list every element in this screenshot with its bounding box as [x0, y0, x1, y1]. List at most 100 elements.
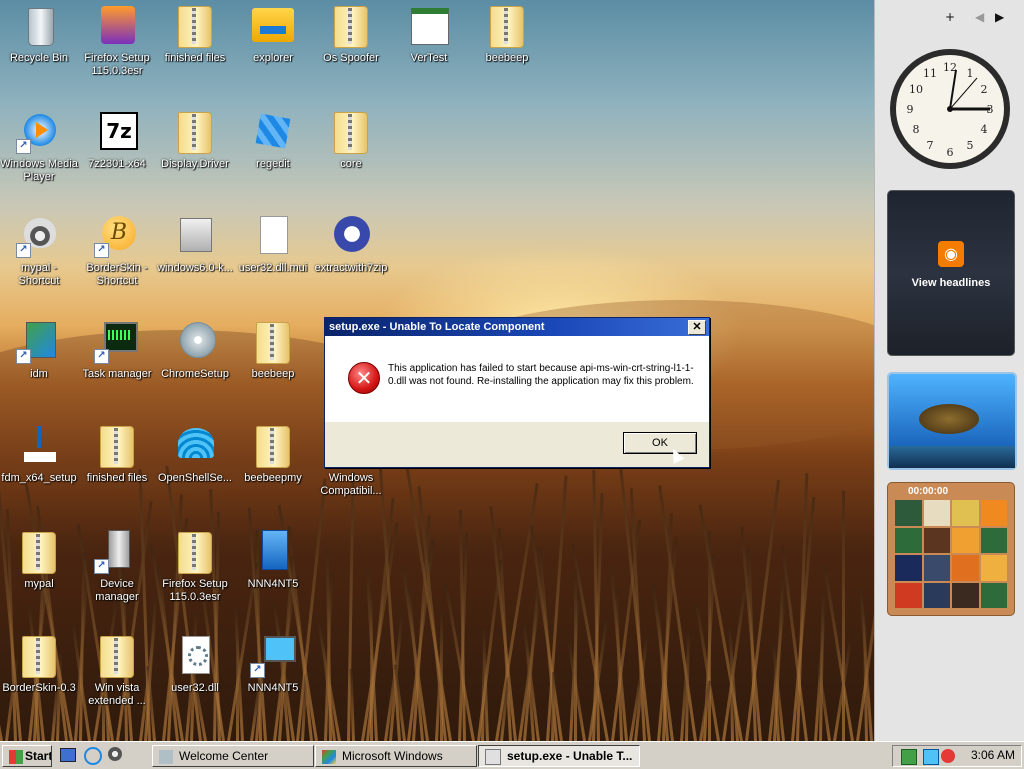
- desktop[interactable]: Recycle Bin Firefox Setup 115.0.3esr fin…: [0, 0, 874, 741]
- dialog-body: ✕ This application has failed to start b…: [325, 336, 709, 422]
- zip-folder-icon: [250, 422, 296, 468]
- borderskin-folder-item[interactable]: BorderSkin-0.3: [0, 632, 78, 732]
- zip-folder-icon: [172, 528, 218, 574]
- nnn4nt5-shortcut-item[interactable]: ↗ NNN4NT5: [234, 632, 312, 732]
- explorer-icon-item[interactable]: explorer: [234, 2, 312, 102]
- zip-folder-icon: [328, 108, 374, 154]
- icon-label: Os Spoofer: [323, 52, 379, 64]
- file-cabinet-icon: [250, 528, 296, 574]
- start-button[interactable]: Start: [2, 745, 52, 767]
- display-driver-folder-item[interactable]: Display.Driver: [156, 108, 234, 208]
- ok-button[interactable]: OK: [623, 432, 697, 454]
- volume-muted-icon[interactable]: [941, 749, 955, 763]
- device-manager-item[interactable]: ↗ Device manager: [78, 528, 156, 628]
- close-icon[interactable]: ✕: [688, 320, 706, 335]
- icon-label: finished files: [164, 52, 226, 64]
- firefox-setup2-item[interactable]: Firefox Setup 115.0.3esr: [156, 528, 234, 628]
- zip-folder-icon: [484, 2, 530, 48]
- mypal-folder-item[interactable]: mypal: [0, 528, 78, 628]
- icon-label: VerTest: [410, 52, 448, 64]
- zip-folder-icon: [94, 632, 140, 678]
- icon-label: Win vista extended ...: [88, 682, 146, 707]
- grass-stalk: [574, 571, 577, 741]
- dialog-title: setup.exe - Unable To Locate Component: [329, 321, 545, 333]
- windows6-update-item[interactable]: windows6.0-k...: [156, 212, 234, 312]
- icon-label: ChromeSetup: [161, 368, 229, 380]
- media-player-icon: ↗: [16, 108, 62, 154]
- network-disconnected-icon[interactable]: [923, 749, 939, 765]
- extractwith7zip-item[interactable]: extractwith7zip: [312, 212, 390, 312]
- windows-media-player-item[interactable]: ↗ Windows Media Player: [0, 108, 78, 208]
- 7zip-installer-item[interactable]: 7z 7z2301-x64: [78, 108, 156, 208]
- mypal-quicklaunch-icon[interactable]: [108, 747, 122, 761]
- idm-item[interactable]: ↗ idm: [0, 318, 78, 418]
- icon-label: explorer: [253, 52, 293, 64]
- dialog-titlebar[interactable]: setup.exe - Unable To Locate Component ✕: [325, 318, 709, 336]
- mypal-shortcut-item[interactable]: ↗ mypal - Shortcut: [0, 212, 78, 312]
- icon-label: idm: [30, 368, 48, 380]
- welcome-center-icon: [159, 749, 173, 764]
- dialog-message: This application has failed to start bec…: [388, 363, 694, 387]
- network-tray-icon[interactable]: [901, 749, 917, 765]
- internet-explorer-icon[interactable]: [84, 747, 102, 765]
- regedit-item[interactable]: regedit: [234, 108, 312, 208]
- chrome-setup-item[interactable]: ChromeSetup: [156, 318, 234, 418]
- icon-label: Windows Media Player: [0, 158, 78, 183]
- beebeepmy-folder-item[interactable]: beebeepmy: [234, 422, 312, 522]
- rss-icon: ◉: [938, 241, 964, 267]
- slideshow-gadget[interactable]: [887, 372, 1017, 470]
- icon-label: mypal: [24, 578, 54, 590]
- previous-page-button[interactable]: ◀: [975, 10, 984, 24]
- borderskin-icon: B ↗: [94, 212, 140, 258]
- windows-sidebar: + ◀ ▶ 1212 345 678 91011 ◉ View headline…: [874, 0, 1024, 741]
- core-folder-item[interactable]: core: [312, 108, 390, 208]
- extract-app-icon: [328, 212, 374, 258]
- os-spoofer-icon-item[interactable]: Os Spoofer: [312, 2, 390, 102]
- clock-time[interactable]: 3:06 AM: [971, 748, 1015, 762]
- recycle-bin-icon: [16, 2, 62, 48]
- show-desktop-icon[interactable]: [60, 748, 76, 762]
- picture-puzzle-gadget[interactable]: 00:00:00: [887, 482, 1015, 616]
- icon-label: core: [340, 158, 362, 170]
- device-manager-icon: ↗: [94, 528, 140, 574]
- puzzle-tile-grid[interactable]: [895, 500, 1007, 608]
- clock-face-icon: 1212 345 678 91011: [890, 49, 1010, 169]
- windows-logo-icon: [9, 749, 23, 764]
- fdm-setup-item[interactable]: fdm_x64_setup: [0, 422, 78, 522]
- taskbar-setup-exe[interactable]: setup.exe - Unable T...: [478, 745, 640, 767]
- taskbar-microsoft-windows[interactable]: Microsoft Windows: [315, 745, 477, 767]
- openshell-setup-item[interactable]: OpenShellSe...: [156, 422, 234, 522]
- nnn4nt5-item[interactable]: NNN4NT5: [234, 528, 312, 628]
- icon-label: extractwith7zip: [314, 262, 388, 274]
- borderskin-shortcut-item[interactable]: B ↗ BorderSkin - Shortcut: [78, 212, 156, 312]
- next-page-button[interactable]: ▶: [995, 10, 1004, 24]
- recycle-bin-icon-item[interactable]: Recycle Bin: [0, 2, 78, 102]
- taskbar-label: Microsoft Windows: [342, 749, 443, 763]
- vertest-icon-item[interactable]: VerTest: [390, 2, 468, 102]
- taskbar-welcome-center[interactable]: Welcome Center: [152, 745, 314, 767]
- user32-mui-item[interactable]: user32.dll.mui: [234, 212, 312, 312]
- finished-files2-item[interactable]: finished files: [78, 422, 156, 522]
- user32-dll-item[interactable]: user32.dll: [156, 632, 234, 732]
- download-arrow-icon: [16, 422, 62, 468]
- grass-stalk: [842, 491, 845, 741]
- registry-editor-icon: [250, 108, 296, 154]
- view-headlines-label[interactable]: View headlines: [888, 277, 1014, 289]
- blank-file-icon: [250, 212, 296, 258]
- icon-label: BorderSkin - Shortcut: [86, 262, 148, 287]
- feed-headlines-gadget[interactable]: ◉ View headlines: [887, 190, 1015, 356]
- svg-text:9: 9: [907, 103, 914, 116]
- beebeep-folder-item[interactable]: beebeep: [468, 2, 546, 102]
- task-manager-icon: ↗: [94, 318, 140, 364]
- clock-gadget[interactable]: 1212 345 678 91011: [887, 46, 1013, 172]
- win-vista-extended-item[interactable]: Win vista extended ...: [78, 632, 156, 732]
- beebeep-folder2-item[interactable]: beebeep: [234, 318, 312, 418]
- error-dialog[interactable]: setup.exe - Unable To Locate Component ✕…: [324, 317, 710, 468]
- icon-label: BorderSkin-0.3: [2, 682, 76, 694]
- icon-label: Recycle Bin: [9, 52, 69, 64]
- firefox-setup-icon-item[interactable]: Firefox Setup 115.0.3esr: [78, 2, 156, 102]
- add-gadget-button[interactable]: +: [945, 10, 955, 24]
- folder-finished-files-item[interactable]: finished files: [156, 2, 234, 102]
- download-manager-icon: ↗: [16, 318, 62, 364]
- task-manager-item[interactable]: ↗ Task manager: [78, 318, 156, 418]
